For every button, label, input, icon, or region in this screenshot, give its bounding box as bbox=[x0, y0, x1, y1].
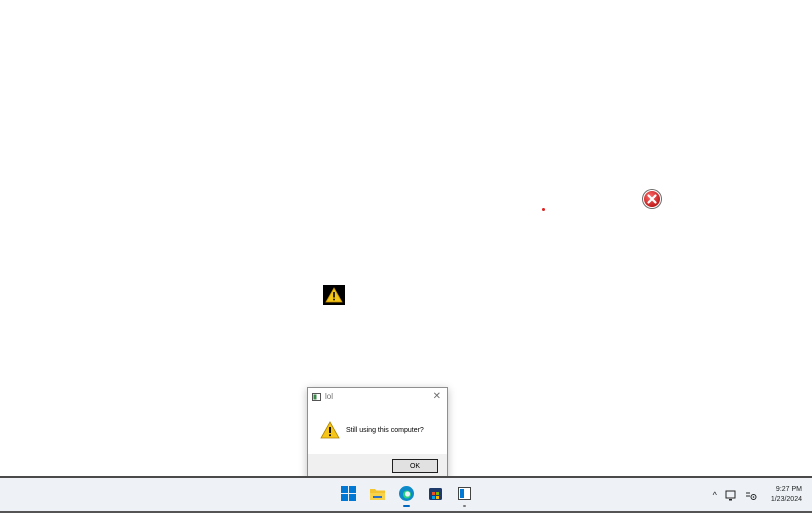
taskbar: ^ 9:27 PM 1/23/2024 bbox=[0, 476, 812, 513]
taskbar-apps bbox=[340, 485, 473, 507]
clock-time: 9:27 PM bbox=[775, 486, 802, 493]
edge-icon[interactable] bbox=[398, 485, 415, 507]
dialog-title: lol bbox=[325, 392, 334, 401]
cursor-dot bbox=[542, 208, 545, 211]
chevron-up-icon[interactable]: ^ bbox=[713, 490, 717, 500]
network-icon[interactable] bbox=[725, 490, 737, 501]
app-window-icon[interactable] bbox=[456, 485, 473, 507]
start-icon[interactable] bbox=[340, 485, 357, 502]
warning-icon bbox=[320, 421, 340, 439]
dialog-body: Still using this computer? bbox=[308, 405, 447, 455]
clock-date: 1/23/2024 bbox=[770, 496, 802, 503]
file-explorer-icon[interactable] bbox=[369, 485, 386, 502]
error-x-icon bbox=[642, 189, 662, 209]
close-icon[interactable]: ✕ bbox=[431, 391, 443, 402]
store-icon[interactable] bbox=[427, 485, 444, 502]
dialog-footer: OK bbox=[308, 454, 447, 478]
display-settings-icon[interactable] bbox=[745, 490, 757, 501]
message-dialog: lol ✕ Still using this computer? OK bbox=[307, 387, 448, 479]
dialog-message: Still using this computer? bbox=[346, 426, 424, 434]
active-app-indicator bbox=[403, 505, 410, 507]
clock[interactable]: 9:27 PM 1/23/2024 bbox=[771, 485, 802, 505]
app-window-icon bbox=[312, 392, 321, 401]
system-tray: ^ 9:27 PM 1/23/2024 bbox=[713, 485, 802, 505]
warning-icon bbox=[323, 285, 345, 305]
dialog-titlebar[interactable]: lol ✕ bbox=[308, 388, 447, 405]
running-app-indicator bbox=[463, 505, 466, 507]
ok-button[interactable]: OK bbox=[392, 459, 438, 473]
